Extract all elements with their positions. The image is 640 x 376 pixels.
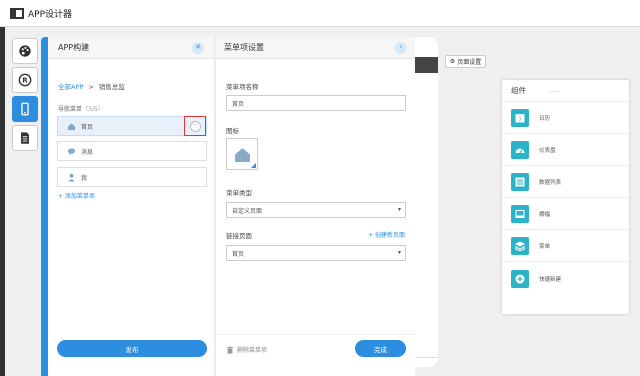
type-field-label: 菜单类型 [226, 189, 252, 197]
layers-icon [511, 237, 529, 255]
icon-field-label: 图标 [226, 127, 239, 135]
publish-button[interactable]: 发布 [57, 340, 207, 357]
app-logo-icon [10, 7, 24, 19]
done-button[interactable]: 完成 [355, 340, 406, 357]
name-field-label: 菜单项名称 [226, 83, 259, 91]
component-banner[interactable]: 横幅 [502, 199, 629, 230]
top-bar: APP设计器 [0, 0, 640, 27]
component-label: 快捷新建 [539, 276, 562, 283]
panel-accent-stripe [41, 37, 48, 376]
drag-handle-icon[interactable]: ..... [550, 88, 560, 94]
component-calendar[interactable]: 7 日历 [502, 103, 629, 134]
registered-icon: R [18, 73, 32, 87]
link-page-select[interactable]: 首页 [226, 245, 406, 261]
page-settings-label: 页面设置 [457, 59, 482, 66]
gear-icon: ⚙ [449, 58, 456, 65]
component-menu[interactable]: 菜单 [502, 231, 629, 262]
menu-item-label: 我 [81, 174, 88, 182]
breadcrumb: 全部APP > 销售总监 [58, 81, 125, 91]
svg-text:7: 7 [518, 118, 521, 124]
calendar-icon: 7 [511, 109, 529, 127]
component-quick-create[interactable]: 快捷新建 [502, 263, 629, 294]
components-header: 组件 ..... [502, 80, 629, 102]
chevron-left-icon: ‹ [399, 43, 403, 51]
component-label: 横幅 [539, 212, 551, 218]
create-page-link[interactable]: + 创建新页面 [368, 230, 405, 239]
close-panel-button[interactable]: ✕ [192, 41, 204, 54]
picker-corner-indicator [251, 163, 256, 168]
palette-icon [19, 45, 31, 57]
link-field-label: 链接页面 [226, 232, 252, 240]
app-build-panel: APP构建 ✕ 全部APP > 销售总监 导航菜单（3/5） 首页 ··· 消息… [48, 37, 215, 376]
more-options-button[interactable]: ··· [184, 116, 206, 136]
footer-divider [216, 334, 415, 335]
components-title: 组件 [511, 86, 526, 95]
menu-type-select[interactable]: 自定义页面 [226, 202, 406, 218]
menu-item-message[interactable]: 消息 [57, 141, 207, 161]
delete-menu-item-button[interactable]: 删除菜单项 [226, 345, 267, 354]
add-menu-item-link[interactable]: + 添加菜单项 [58, 191, 95, 200]
mobile-button[interactable] [12, 96, 38, 122]
trash-icon [226, 345, 234, 354]
person-icon [66, 172, 76, 182]
left-edge [0, 27, 5, 376]
component-label: 仪表盘 [539, 148, 556, 154]
component-label: 数据列表 [539, 180, 562, 186]
menu-item-label: 首页 [81, 123, 94, 131]
phone-preview-divider [415, 357, 438, 358]
nav-menu-title: 导航菜单 [58, 106, 83, 113]
list-icon [511, 173, 529, 191]
breadcrumb-separator: > [88, 83, 94, 91]
gauge-icon [511, 141, 529, 159]
svg-text:R: R [22, 77, 28, 85]
banner-icon [511, 205, 529, 223]
nav-menu-count: （3/5） [82, 106, 104, 113]
collapse-panel-button[interactable]: ‹ [395, 41, 407, 54]
registered-button[interactable]: R [12, 67, 38, 93]
app-build-title: APP构建 [58, 43, 90, 52]
breadcrumb-root-link[interactable]: 全部APP [58, 83, 83, 91]
close-icon: ✕ [195, 43, 201, 51]
home-icon [234, 147, 250, 162]
menu-settings-title: 菜单项设置 [224, 43, 264, 52]
mobile-icon [21, 102, 29, 116]
document-button[interactable] [12, 125, 38, 151]
app-title: APP设计器 [28, 9, 73, 20]
app-build-header: APP构建 ✕ [48, 37, 214, 59]
component-gauge[interactable]: 仪表盘 [502, 135, 629, 166]
name-input[interactable]: 首页 [226, 95, 406, 111]
icon-picker[interactable] [226, 138, 258, 170]
more-icon: ··· [189, 120, 201, 132]
component-label: 菜单 [539, 244, 551, 250]
document-icon [21, 132, 29, 144]
page-settings-button[interactable]: ⚙ 页面设置 [445, 55, 486, 68]
menu-item-label: 消息 [81, 148, 94, 156]
phone-preview [415, 37, 438, 367]
components-panel: 组件 ..... 7 日历 仪表盘 数据列表 横幅 菜单 快捷新建 [501, 79, 630, 315]
menu-settings-panel: 菜单项设置 ‹ 菜单项名称 首页 图标 菜单类型 自定义页面 链接页面 + 创建… [216, 37, 415, 376]
phone-preview-header [415, 57, 438, 73]
plus-circle-icon [511, 269, 529, 288]
menu-item-home[interactable]: 首页 ··· [57, 116, 207, 136]
menu-settings-header: 菜单项设置 ‹ [216, 37, 415, 59]
component-label: 日历 [539, 116, 551, 122]
chat-bubble-icon [66, 146, 76, 156]
menu-item-me[interactable]: 我 [57, 167, 207, 187]
delete-label: 删除菜单项 [237, 347, 268, 354]
breadcrumb-current: 销售总监 [98, 83, 125, 91]
component-data-list[interactable]: 数据列表 [502, 167, 629, 198]
nav-menu-label: 导航菜单（3/5） [58, 104, 104, 113]
palette-button[interactable] [12, 38, 38, 64]
home-icon [66, 121, 76, 131]
